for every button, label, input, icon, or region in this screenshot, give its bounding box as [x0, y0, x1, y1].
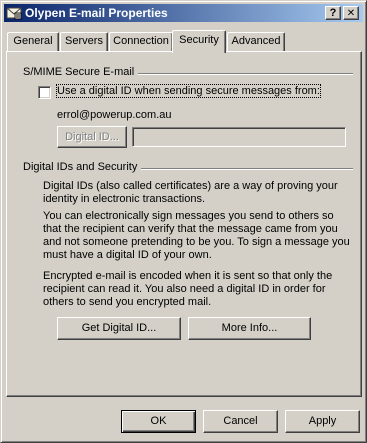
use-digital-id-label-text: Use a digital ID when sending secure mes… — [57, 85, 320, 97]
properties-dialog: Olypen E-mail Properties ? ✕ General Ser… — [0, 0, 367, 443]
ids-group-title: Digital IDs and Security — [23, 161, 142, 173]
window-title: Olypen E-mail Properties — [25, 6, 168, 20]
account-email: errol@powerup.com.au — [57, 109, 172, 121]
apply-button[interactable]: Apply — [285, 410, 360, 433]
more-info-button[interactable]: More Info... — [188, 317, 311, 340]
digital-id-field[interactable] — [132, 127, 346, 147]
help-button[interactable]: ? — [325, 6, 341, 20]
tab-label: Advanced — [231, 35, 281, 47]
mail-properties-icon — [6, 7, 22, 20]
ids-description: Digital IDs (also called certificates) a… — [43, 180, 338, 205]
smime-group-title: S/MIME Secure E-mail — [23, 66, 139, 78]
get-digital-id-label: Get Digital ID... — [81, 322, 157, 334]
tab-security[interactable]: Security — [172, 30, 226, 53]
tab-label: Security — [179, 34, 219, 46]
use-digital-id-label[interactable]: Use a digital ID when sending secure mes… — [56, 84, 321, 98]
get-digital-id-button[interactable]: Get Digital ID... — [57, 317, 181, 340]
more-info-label: More Info... — [221, 322, 278, 334]
tab-connection[interactable]: Connection — [109, 32, 173, 51]
signing-description: You can electronically sign messages you… — [43, 210, 350, 261]
tab-general[interactable]: General — [7, 32, 59, 51]
tab-label: General — [13, 35, 53, 47]
cancel-label: Cancel — [223, 415, 258, 427]
tab-label: Connection — [113, 35, 169, 47]
tab-servers[interactable]: Servers — [60, 32, 108, 51]
apply-label: Apply — [308, 415, 337, 427]
digital-id-button-label: Digital ID... — [65, 131, 119, 143]
title-bar[interactable]: Olypen E-mail Properties ? ✕ — [4, 4, 363, 22]
close-icon: ✕ — [346, 8, 356, 19]
digital-id-button[interactable]: Digital ID... — [57, 126, 127, 148]
close-button[interactable]: ✕ — [343, 6, 359, 20]
encryption-description: Encrypted e-mail is encoded when it is s… — [43, 270, 333, 308]
tab-advanced[interactable]: Advanced — [227, 32, 285, 51]
security-tab-panel: S/MIME Secure E-mail Use a digital ID wh… — [6, 51, 362, 397]
ok-button[interactable]: OK — [121, 410, 196, 433]
help-icon: ? — [329, 7, 337, 19]
use-digital-id-checkbox[interactable] — [38, 86, 51, 99]
ok-label: OK — [150, 415, 167, 427]
cancel-button[interactable]: Cancel — [203, 410, 278, 433]
tab-label: Servers — [65, 35, 103, 47]
